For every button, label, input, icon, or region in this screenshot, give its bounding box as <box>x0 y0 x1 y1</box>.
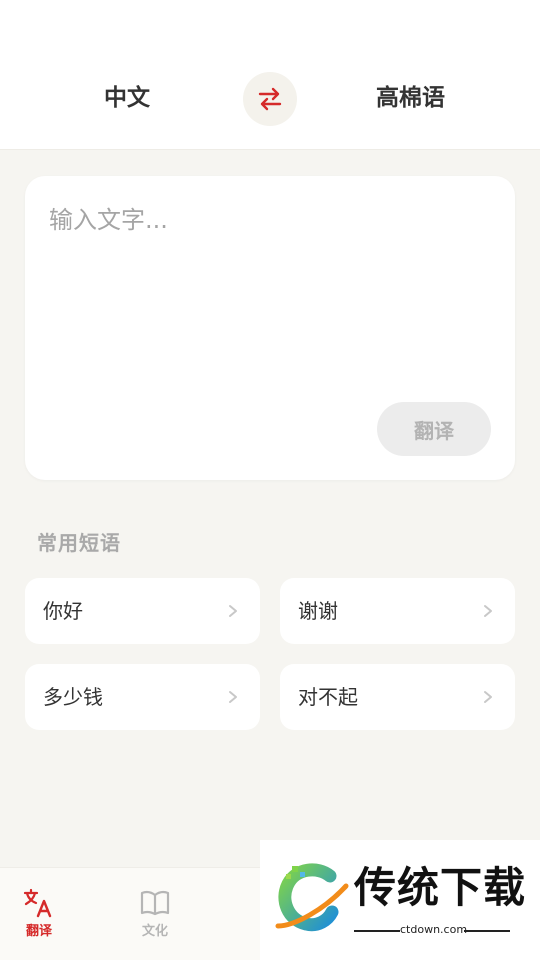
language-bar: 中文 高棉语 <box>0 0 540 150</box>
nav-label: 文化 <box>141 924 168 939</box>
phrase-item[interactable]: 多少钱 <box>25 664 260 730</box>
source-language[interactable]: 中文 <box>104 80 150 116</box>
nav-item-translate[interactable]: 翻译 <box>9 886 69 940</box>
phrase-label: 谢谢 <box>298 599 338 623</box>
book-icon <box>140 890 170 916</box>
phrases-title: 常用短语 <box>37 531 121 555</box>
translate-button[interactable]: 翻译 <box>377 402 491 456</box>
chevron-right-icon <box>229 691 237 703</box>
phrase-item[interactable]: 你好 <box>25 578 260 644</box>
watermark-divider <box>464 930 510 932</box>
text-input[interactable] <box>49 200 489 400</box>
watermark-divider <box>354 930 400 932</box>
target-language[interactable]: 高棉语 <box>376 80 445 116</box>
watermark: 传统下载 ctdown.com <box>260 840 540 960</box>
phrase-item[interactable]: 谢谢 <box>280 578 515 644</box>
phrase-label: 对不起 <box>298 685 358 709</box>
watermark-brand: 传统下载 <box>354 863 527 912</box>
chevron-right-icon <box>229 605 237 617</box>
chevron-right-icon <box>484 605 492 617</box>
ctdown-logo-icon <box>275 863 349 932</box>
nav-label: 翻译 <box>25 924 52 939</box>
input-card: 翻译 <box>25 176 515 480</box>
chevron-right-icon <box>484 691 492 703</box>
phrase-label: 你好 <box>43 599 83 623</box>
watermark-url: ctdown.com <box>400 923 468 936</box>
translate-icon <box>23 888 52 918</box>
swap-languages-button[interactable] <box>243 72 297 126</box>
phrase-label: 多少钱 <box>43 685 103 709</box>
nav-item-culture[interactable]: 文化 <box>125 886 185 940</box>
phrase-item[interactable]: 对不起 <box>280 664 515 730</box>
swap-arrows-icon <box>258 87 282 111</box>
